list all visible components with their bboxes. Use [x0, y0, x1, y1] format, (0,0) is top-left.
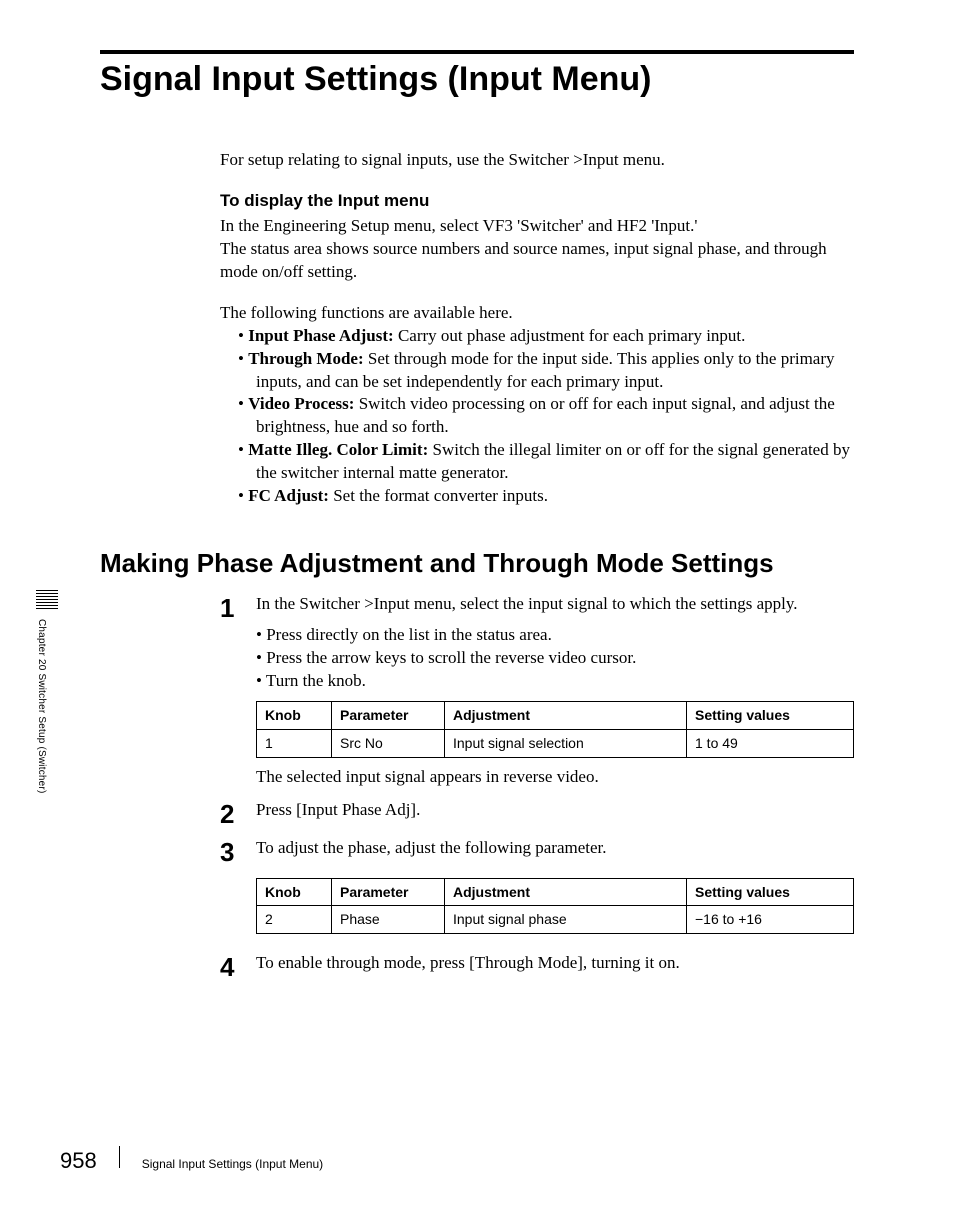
table-row: 2 Phase Input signal phase −16 to +16 [257, 906, 854, 934]
list-item-label: Input Phase Adjust: [248, 326, 394, 345]
td-knob: 2 [257, 906, 332, 934]
list-item: Through Mode: Set through mode for the i… [238, 348, 854, 394]
section-heading: Making Phase Adjustment and Through Mode… [100, 548, 854, 579]
td-parameter: Phase [332, 906, 445, 934]
th-setting-values: Setting values [687, 701, 854, 729]
list-item-label: Video Process: [248, 394, 354, 413]
td-parameter: Src No [332, 729, 445, 757]
intro-paragraph: For setup relating to signal inputs, use… [220, 149, 854, 172]
list-item: FC Adjust: Set the format converter inpu… [238, 485, 854, 508]
table-row: Knob Parameter Adjustment Setting values [257, 701, 854, 729]
td-setting-values: 1 to 49 [687, 729, 854, 757]
top-rule [100, 50, 854, 54]
td-adjustment: Input signal phase [445, 906, 687, 934]
th-parameter: Parameter [332, 878, 445, 906]
function-list: Input Phase Adjust: Carry out phase adju… [220, 325, 854, 509]
table-row: 1 Src No Input signal selection 1 to 49 [257, 729, 854, 757]
table-knob-1: Knob Parameter Adjustment Setting values… [256, 701, 854, 758]
step-2-text: Press [Input Phase Adj]. [256, 799, 854, 827]
step-2: 2 Press [Input Phase Adj]. [220, 799, 854, 827]
list-item: Press directly on the list in the status… [256, 624, 854, 647]
table-row: Knob Parameter Adjustment Setting values [257, 878, 854, 906]
footer-title: Signal Input Settings (Input Menu) [142, 1157, 323, 1171]
step-4-text: To enable through mode, press [Through M… [256, 952, 854, 980]
th-adjustment: Adjustment [445, 701, 687, 729]
page-number: 958 [60, 1148, 97, 1174]
list-item-label: Through Mode: [248, 349, 363, 368]
th-knob: Knob [257, 878, 332, 906]
page-footer: 958 Signal Input Settings (Input Menu) [60, 1146, 323, 1174]
page-title: Signal Input Settings (Input Menu) [100, 60, 854, 99]
list-item: Input Phase Adjust: Carry out phase adju… [238, 325, 854, 348]
step-number-4: 4 [220, 952, 256, 980]
th-knob: Knob [257, 701, 332, 729]
th-adjustment: Adjustment [445, 878, 687, 906]
td-knob: 1 [257, 729, 332, 757]
td-adjustment: Input signal selection [445, 729, 687, 757]
para-status-area: The status area shows source numbers and… [220, 238, 854, 284]
step-3: 3 To adjust the phase, adjust the follow… [220, 837, 854, 943]
step-1-after-table: The selected input signal appears in rev… [256, 766, 854, 789]
list-item: Turn the knob. [256, 670, 854, 693]
para-functions-lead: The following functions are available he… [220, 302, 854, 325]
list-item-label: Matte Illeg. Color Limit: [248, 440, 428, 459]
th-parameter: Parameter [332, 701, 445, 729]
para-engineering-setup: In the Engineering Setup menu, select VF… [220, 215, 854, 238]
list-item: Video Process: Switch video processing o… [238, 393, 854, 439]
side-decoration-bars [36, 590, 60, 609]
step-1-bullets: Press directly on the list in the status… [256, 624, 854, 693]
list-item-label: FC Adjust: [248, 486, 329, 505]
list-item-text: Carry out phase adjustment for each prim… [394, 326, 746, 345]
step-number-3: 3 [220, 837, 256, 943]
table-knob-2: Knob Parameter Adjustment Setting values… [256, 878, 854, 935]
footer-separator [119, 1146, 120, 1168]
side-chapter-text: Chapter 20 Switcher Setup (Switcher) [36, 619, 47, 794]
list-item: Matte Illeg. Color Limit: Switch the ill… [238, 439, 854, 485]
step-number-2: 2 [220, 799, 256, 827]
step-1: 1 In the Switcher >Input menu, select th… [220, 593, 854, 788]
subheading-display-input-menu: To display the Input menu [220, 190, 854, 213]
th-setting-values: Setting values [687, 878, 854, 906]
side-caption: Chapter 20 Switcher Setup (Switcher) [36, 590, 60, 794]
list-item-text: Set the format converter inputs. [329, 486, 548, 505]
step-1-text: In the Switcher >Input menu, select the … [256, 593, 854, 616]
step-3-text: To adjust the phase, adjust the followin… [256, 837, 854, 860]
td-setting-values: −16 to +16 [687, 906, 854, 934]
list-item: Press the arrow keys to scroll the rever… [256, 647, 854, 670]
step-number-1: 1 [220, 593, 256, 788]
step-4: 4 To enable through mode, press [Through… [220, 952, 854, 980]
